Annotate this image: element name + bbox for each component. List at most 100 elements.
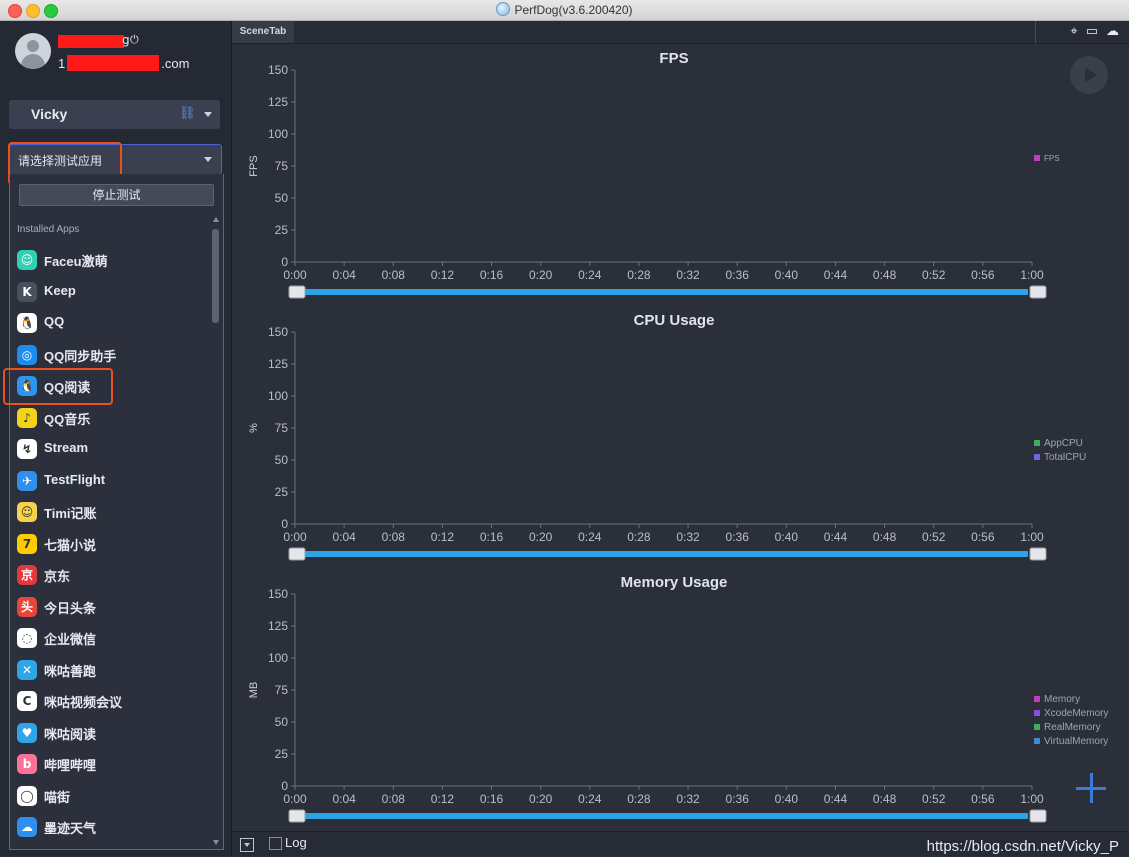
app-list-item[interactable]: ☺ Timi记账 xyxy=(17,500,207,524)
location-pin-icon[interactable]: ⌖ xyxy=(1070,24,1077,39)
y-tick-label: 0 xyxy=(281,779,288,793)
x-tick-label: 0:36 xyxy=(726,268,750,282)
y-tick-label: 125 xyxy=(268,95,288,109)
x-tick-label: 0:12 xyxy=(431,792,455,806)
x-tick-label: 0:04 xyxy=(332,530,356,544)
app-list-item[interactable]: ☁ 墨迹天气 xyxy=(17,815,207,839)
time-range-slider-track[interactable] xyxy=(299,289,1028,295)
slider-handle-right[interactable] xyxy=(1029,285,1047,299)
x-tick-label: 0:16 xyxy=(480,530,504,544)
y-tick-label: 75 xyxy=(275,159,289,173)
legend-swatch xyxy=(1034,724,1040,730)
app-list-item-label: Keep xyxy=(44,282,76,298)
y-tick-label: 100 xyxy=(268,389,288,403)
x-tick-label: 0:52 xyxy=(922,268,946,282)
app-list-item[interactable]: b 哔哩哔哩 xyxy=(17,752,207,776)
app-list-item[interactable]: ◯ 喵街 xyxy=(17,784,207,808)
app-list-item-label: 墨迹天气 xyxy=(44,821,97,836)
app-list-item[interactable]: K Keep xyxy=(17,280,207,304)
x-tick-label: 0:00 xyxy=(283,268,307,282)
app-list-item[interactable]: ♪ QQ音乐 xyxy=(17,406,207,430)
app-list-item[interactable]: 🐧 QQ xyxy=(17,311,207,335)
tab-scene[interactable]: SceneTab xyxy=(232,21,294,43)
y-tick-label: 50 xyxy=(275,453,289,467)
app-list-item[interactable]: C 咪咕视频会议 xyxy=(17,689,207,713)
x-tick-label: 0:20 xyxy=(529,268,553,282)
slider-handle-left[interactable] xyxy=(288,809,306,823)
avatar[interactable] xyxy=(15,33,51,69)
x-tick-label: 0:20 xyxy=(529,792,553,806)
migu-run-icon: ✕ xyxy=(17,659,37,680)
app-list-item[interactable]: 京京东 xyxy=(17,563,207,587)
x-tick-label: 0:00 xyxy=(283,530,307,544)
app-list-item[interactable]: ♥ 咪咕阅读 xyxy=(17,721,207,745)
faceu-icon: ☺ xyxy=(17,250,37,270)
legend-swatch xyxy=(1034,454,1040,460)
app-list-item[interactable]: ◌ 企业微信 xyxy=(17,626,207,650)
app-list-item[interactable]: ↯ Stream xyxy=(17,437,207,461)
y-tick-label: 125 xyxy=(268,619,288,633)
wecom-icon: ◌ xyxy=(17,628,37,648)
x-tick-label: 1:00 xyxy=(1020,268,1044,282)
wifi-link-icon[interactable]: ⛓ xyxy=(179,106,196,121)
app-list-item[interactable]: 头今日头条 xyxy=(17,595,207,619)
perfdog-app-icon xyxy=(496,2,511,16)
log-checkbox[interactable] xyxy=(269,837,282,850)
app-list-item-label: 七猫小说 xyxy=(44,537,97,553)
logout-power-icon[interactable]: ⏻ xyxy=(130,33,139,47)
add-button[interactable] xyxy=(1076,773,1106,803)
time-range-slider-track[interactable] xyxy=(299,551,1028,557)
x-tick-label: 0:24 xyxy=(578,792,602,806)
scrollbar[interactable] xyxy=(211,217,221,847)
cloud-icon[interactable]: ☁ xyxy=(1106,24,1119,39)
chart-title: CPU Usage xyxy=(634,312,715,329)
y-tick-label: 75 xyxy=(275,421,289,435)
app-list-item[interactable]: ✕ 咪咕善跑 xyxy=(17,658,207,682)
timi-icon: ☺ xyxy=(17,502,37,522)
app-list-item-label: 企业微信 xyxy=(44,632,97,647)
app-list-item[interactable]: ◎ QQ同步助手 xyxy=(17,343,207,367)
window-title-text: PerfDog(v3.6.200420) xyxy=(514,3,633,17)
slider-handle-left[interactable] xyxy=(288,547,306,561)
bottom-bar: Log https://blog.csdn.net/Vicky_P xyxy=(232,831,1129,857)
app-list-item-label: Stream xyxy=(44,440,89,455)
x-tick-label: 0:48 xyxy=(873,268,897,282)
app-list-item-label: QQ xyxy=(44,314,65,329)
legend-label: XcodeMemory xyxy=(1044,708,1108,719)
app-list-item[interactable]: ✈ TestFlight xyxy=(17,469,207,493)
x-tick-label: 0:20 xyxy=(529,530,553,544)
y-tick-label: 125 xyxy=(268,357,288,371)
y-tick-label: 150 xyxy=(268,325,288,339)
slider-handle-right[interactable] xyxy=(1029,809,1047,823)
time-range-slider-track[interactable] xyxy=(299,813,1028,819)
user-email: 1 .com xyxy=(58,55,190,71)
x-tick-label: 0:12 xyxy=(431,530,455,544)
collapse-toggle[interactable] xyxy=(240,838,254,852)
jd-icon: 京 xyxy=(17,565,37,585)
app-dropdown-list: 停止测试 Installed Apps ☺ Faceu激萌 K Keep 🐧 QQ ◎ QQ同… xyxy=(9,174,224,850)
scroll-up-arrow[interactable] xyxy=(213,217,219,222)
x-tick-label: 0:48 xyxy=(873,530,897,544)
app-list-item-label: 咪咕视频会议 xyxy=(44,695,123,710)
x-tick-label: 0:12 xyxy=(431,268,455,282)
slider-handle-left[interactable] xyxy=(288,285,306,299)
x-tick-label: 0:24 xyxy=(578,530,602,544)
username-suffix: g xyxy=(122,33,130,47)
stop-test-button[interactable]: 停止测试 xyxy=(19,184,214,206)
qq-icon: 🐧 xyxy=(17,313,37,333)
x-tick-label: 0:08 xyxy=(382,268,406,282)
scroll-thumb[interactable] xyxy=(212,229,219,323)
scroll-down-arrow[interactable] xyxy=(213,840,219,845)
slider-handle-right[interactable] xyxy=(1029,547,1047,561)
legend-label: TotalCPU xyxy=(1044,452,1086,463)
folder-icon[interactable]: ▭ xyxy=(1086,24,1098,39)
x-tick-label: 0:48 xyxy=(873,792,897,806)
y-tick-label: 100 xyxy=(268,127,288,141)
x-tick-label: 0:04 xyxy=(332,792,356,806)
y-tick-label: 25 xyxy=(275,747,289,761)
app-list-item[interactable]: 7 七猫小说 xyxy=(17,532,207,556)
y-tick-label: 50 xyxy=(275,715,289,729)
device-select[interactable]: Vicky ⛓ xyxy=(9,100,220,129)
app-list-item[interactable]: ☺ Faceu激萌 xyxy=(17,248,207,272)
x-tick-label: 0:00 xyxy=(283,792,307,806)
